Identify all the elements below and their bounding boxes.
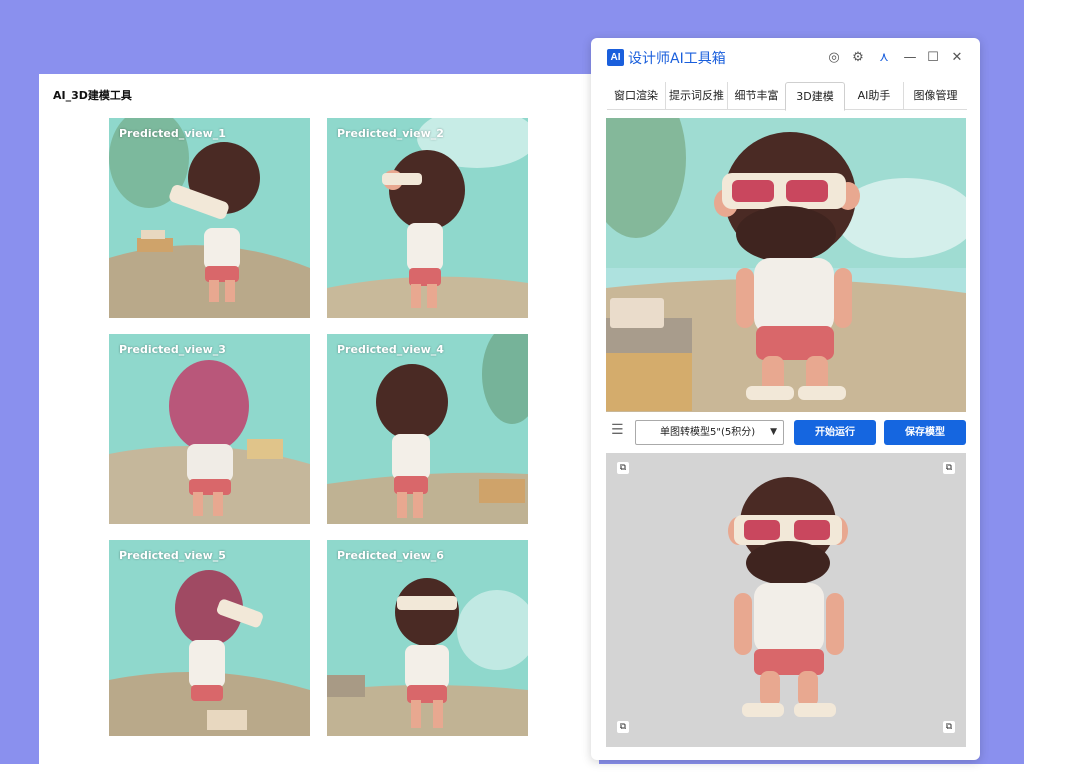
copy-icon[interactable]: ⧉	[617, 462, 629, 474]
figurine-image	[327, 540, 528, 736]
close-icon[interactable]: ✕	[948, 49, 966, 67]
save-model-button[interactable]: 保存模型	[884, 420, 966, 445]
tab-window-render[interactable]: 窗口渲染	[607, 82, 665, 110]
figurine-image	[327, 118, 528, 318]
figurine-image	[109, 334, 310, 524]
app-title: 设计师AI工具箱	[628, 51, 726, 67]
copy-icon[interactable]: ⧉	[943, 721, 955, 733]
view-label: Predicted_view_4	[337, 343, 444, 356]
start-run-button[interactable]: 开始运行	[794, 420, 876, 445]
minimize-icon[interactable]: —	[901, 49, 919, 67]
tab-ai-assistant[interactable]: AI助手	[845, 82, 903, 110]
figurine-image	[109, 118, 310, 318]
predicted-view-4[interactable]: Predicted_view_4	[327, 334, 528, 524]
figurine-image	[606, 118, 966, 412]
control-row: ☰ 单图转模型5"(5积分) ▼ 开始运行 保存模型	[606, 419, 966, 445]
window-title: AI_3D建模工具	[53, 89, 132, 102]
view-label: Predicted_view_2	[337, 127, 444, 140]
copy-icon[interactable]: ⧉	[943, 462, 955, 474]
predicted-view-3[interactable]: Predicted_view_3	[109, 334, 310, 524]
predicted-view-6[interactable]: Predicted_view_6	[327, 540, 528, 736]
view-label: Predicted_view_1	[119, 127, 226, 140]
chevron-down-icon: ▼	[770, 427, 777, 437]
input-image-preview[interactable]	[606, 118, 966, 412]
3d-model-viewer[interactable]: ⧉ ⧉ ⧉ ⧉	[606, 453, 966, 747]
3d-modeling-result-window: AI_3D建模工具 Predicted_view_1 Predicted_vie…	[39, 74, 599, 774]
pin-icon[interactable]: ⋏	[875, 49, 893, 67]
settings-gear-icon[interactable]: ⚙	[849, 49, 867, 67]
app-logo-icon: AI	[607, 49, 624, 66]
predicted-view-2[interactable]: Predicted_view_2	[327, 118, 528, 318]
tab-bar: 窗口渲染 提示词反推 细节丰富 3D建模 AI助手 图像管理	[607, 82, 967, 111]
model-select-dropdown[interactable]: 单图转模型5"(5积分) ▼	[635, 420, 784, 445]
tab-prompt-reverse[interactable]: 提示词反推	[665, 82, 727, 110]
view-label: Predicted_view_5	[119, 549, 226, 562]
title-bar: AI 设计师AI工具箱 ◎ ⚙ ⋏ — ☐ ✕	[591, 38, 980, 78]
tab-detail-enrich[interactable]: 细节丰富	[727, 82, 785, 110]
view-label: Predicted_view_6	[337, 549, 444, 562]
user-icon[interactable]: ◎	[825, 49, 843, 67]
predicted-view-5[interactable]: Predicted_view_5	[109, 540, 310, 736]
tab-image-manage[interactable]: 图像管理	[903, 82, 967, 110]
menu-icon[interactable]: ☰	[611, 423, 625, 437]
desktop: AI_3D建模工具 Predicted_view_1 Predicted_vie…	[0, 0, 1071, 774]
3d-model-render	[728, 477, 848, 717]
ai-toolbox-window: AI 设计师AI工具箱 ◎ ⚙ ⋏ — ☐ ✕ 窗口渲染 提示词反推 细节丰富 …	[591, 38, 980, 760]
maximize-icon[interactable]: ☐	[924, 49, 942, 67]
tab-3d-modeling[interactable]: 3D建模	[785, 82, 845, 111]
figurine-image	[327, 334, 528, 524]
predicted-view-1[interactable]: Predicted_view_1	[109, 118, 310, 318]
model-select-value: 单图转模型5"(5积分)	[660, 427, 756, 438]
figurine-image	[109, 540, 310, 736]
copy-icon[interactable]: ⧉	[617, 721, 629, 733]
view-label: Predicted_view_3	[119, 343, 226, 356]
